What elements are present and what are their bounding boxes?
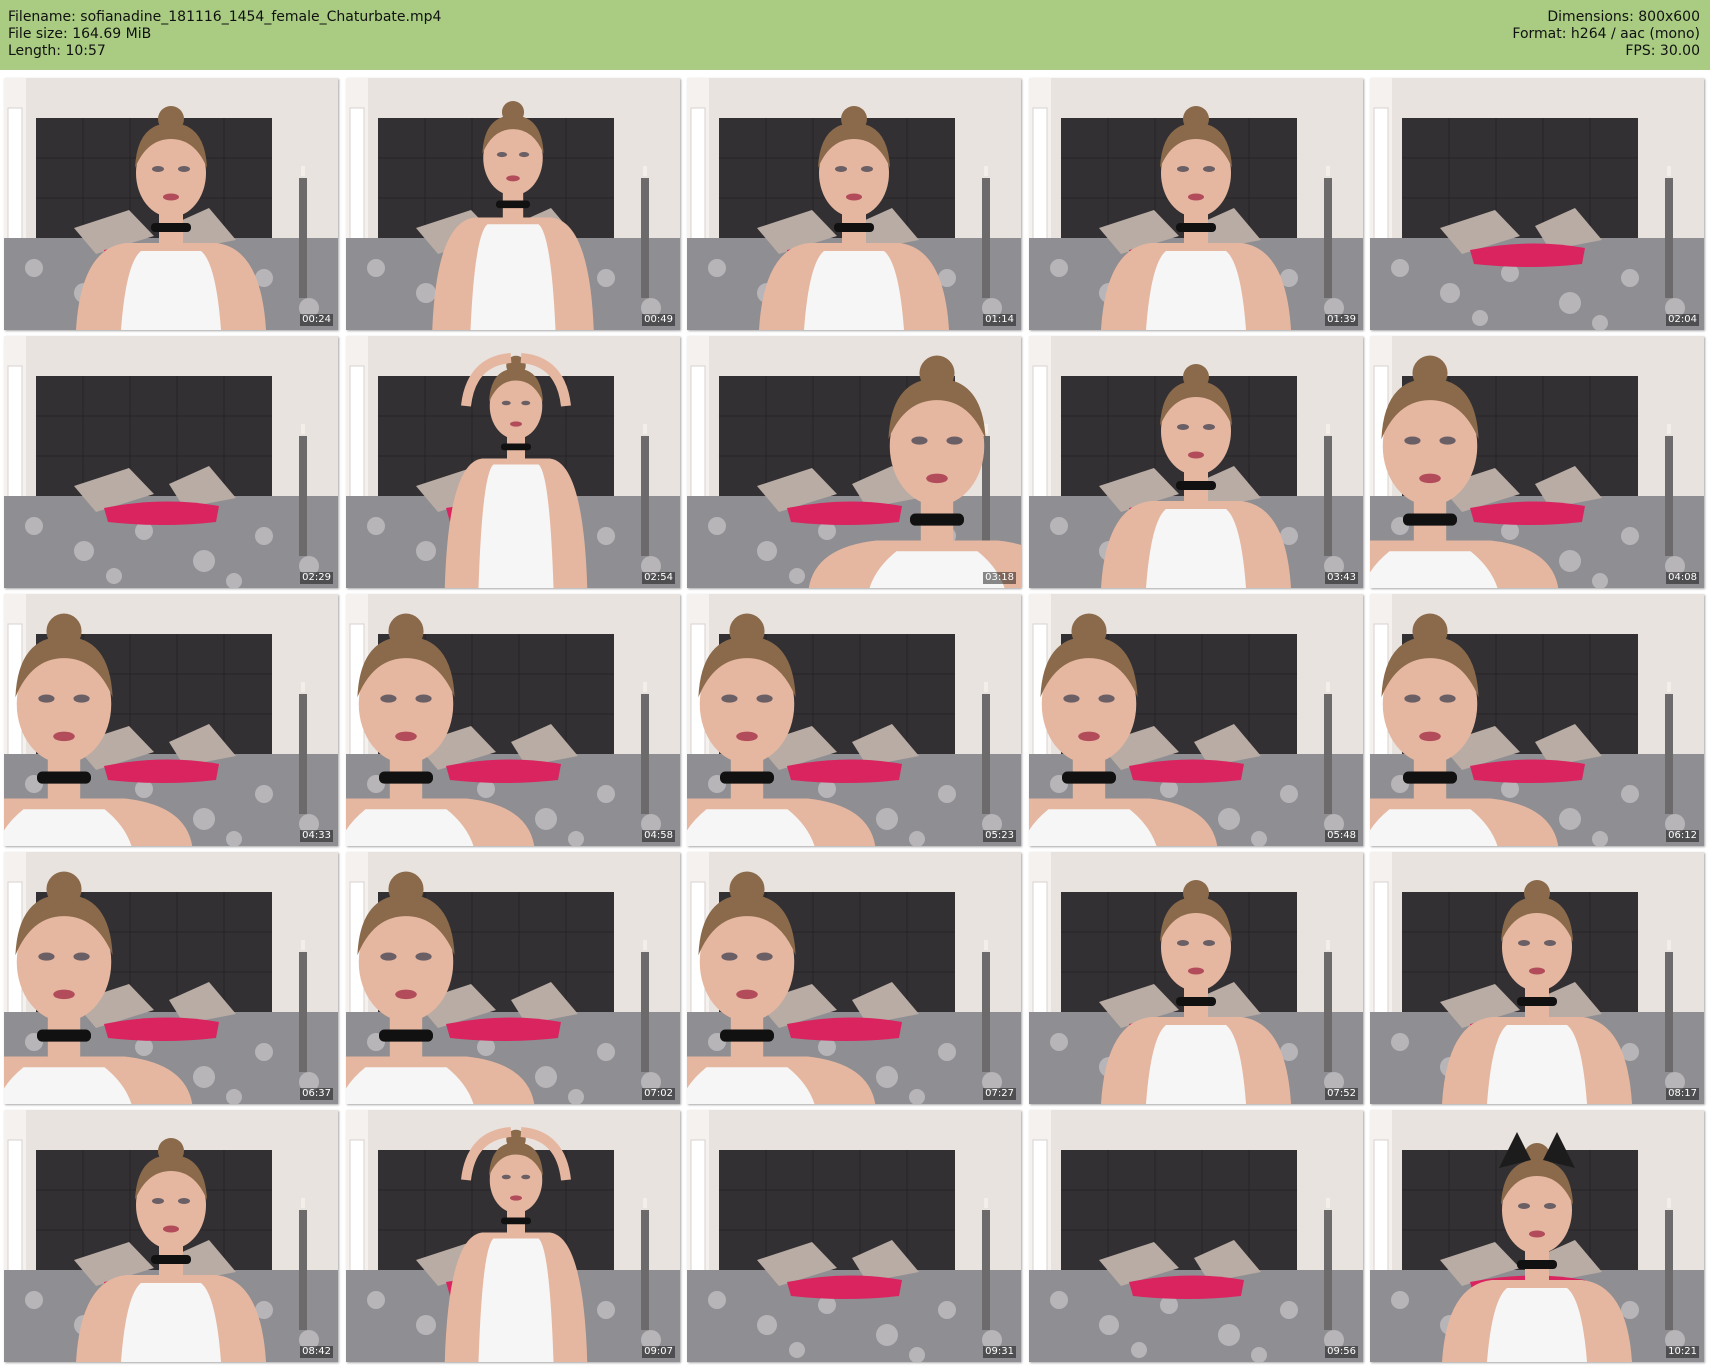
frame-timestamp: 04:08	[1666, 572, 1699, 584]
frame-timestamp: 04:58	[642, 830, 675, 842]
frame-timestamp: 05:48	[1325, 830, 1358, 842]
frame-timestamp: 03:43	[1325, 572, 1358, 584]
frame-timestamp: 05:23	[983, 830, 1016, 842]
video-frame-thumbnail: 08:42	[4, 1110, 338, 1362]
fps-line: FPS: 30.00	[1625, 43, 1700, 59]
frame-image	[1370, 852, 1704, 1104]
frame-image	[1029, 1110, 1363, 1362]
video-frame-thumbnail: 09:07	[346, 1110, 680, 1362]
frame-timestamp: 10:21	[1666, 1346, 1699, 1358]
video-frame-thumbnail: 03:18	[687, 336, 1021, 588]
video-frame-thumbnail: 07:02	[346, 852, 680, 1104]
frame-image	[1029, 336, 1363, 588]
video-frame-thumbnail: 05:48	[1029, 594, 1363, 846]
frame-image	[1370, 336, 1704, 588]
frame-timestamp: 07:52	[1325, 1088, 1358, 1100]
frame-image	[1370, 78, 1704, 330]
frame-image	[4, 336, 338, 588]
frame-image	[4, 594, 338, 846]
frame-image	[687, 1110, 1021, 1362]
length-line: Length: 10:57	[8, 43, 106, 59]
frame-image	[4, 1110, 338, 1362]
frame-timestamp: 02:04	[1666, 314, 1699, 326]
frame-timestamp: 00:49	[642, 314, 675, 326]
video-frame-thumbnail: 05:23	[687, 594, 1021, 846]
video-frame-thumbnail: 02:04	[1370, 78, 1704, 330]
video-frame-thumbnail: 10:21	[1370, 1110, 1704, 1362]
video-frame-thumbnail: 04:08	[1370, 336, 1704, 588]
video-frame-thumbnail: 09:56	[1029, 1110, 1363, 1362]
frame-image	[346, 336, 680, 588]
frame-image	[1029, 852, 1363, 1104]
video-frame-thumbnail: 06:12	[1370, 594, 1704, 846]
video-frame-thumbnail: 01:14	[687, 78, 1021, 330]
video-frame-thumbnail: 00:24	[4, 78, 338, 330]
frame-timestamp: 00:24	[300, 314, 333, 326]
frame-image	[4, 78, 338, 330]
frame-image	[346, 1110, 680, 1362]
video-frame-thumbnail: 04:33	[4, 594, 338, 846]
frame-timestamp: 09:31	[983, 1346, 1016, 1358]
dimensions-line: Dimensions: 800x600	[1547, 9, 1700, 25]
thumbnail-grid: 00:24 00:49 01:14 01:39 02:04 02:29 02:5…	[4, 78, 1706, 1368]
frame-image	[687, 594, 1021, 846]
frame-image	[1029, 78, 1363, 330]
frame-timestamp: 02:29	[300, 572, 333, 584]
video-frame-thumbnail: 07:27	[687, 852, 1021, 1104]
frame-timestamp: 04:33	[300, 830, 333, 842]
frame-timestamp: 09:56	[1325, 1346, 1358, 1358]
frame-image	[4, 852, 338, 1104]
frame-timestamp: 07:02	[642, 1088, 675, 1100]
video-frame-thumbnail: 09:31	[687, 1110, 1021, 1362]
frame-timestamp: 08:17	[1666, 1088, 1699, 1100]
frame-timestamp: 06:37	[300, 1088, 333, 1100]
video-frame-thumbnail: 01:39	[1029, 78, 1363, 330]
frame-image	[687, 78, 1021, 330]
filesize-line: File size: 164.69 MiB	[8, 26, 152, 42]
video-frame-thumbnail: 07:52	[1029, 852, 1363, 1104]
video-frame-thumbnail: 04:58	[346, 594, 680, 846]
frame-timestamp: 01:39	[1325, 314, 1358, 326]
video-frame-thumbnail: 06:37	[4, 852, 338, 1104]
format-line: Format: h264 / aac (mono)	[1512, 26, 1700, 42]
file-info: Filename: sofianadine_181116_1454_female…	[8, 9, 441, 60]
video-frame-thumbnail: 08:17	[1370, 852, 1704, 1104]
video-frame-thumbnail: 03:43	[1029, 336, 1363, 588]
media-info: Dimensions: 800x600 Format: h264 / aac (…	[1512, 9, 1700, 60]
frame-timestamp: 06:12	[1666, 830, 1699, 842]
frame-timestamp: 03:18	[983, 572, 1016, 584]
frame-image	[687, 852, 1021, 1104]
filename-line: Filename: sofianadine_181116_1454_female…	[8, 9, 442, 25]
frame-timestamp: 02:54	[642, 572, 675, 584]
frame-image	[346, 852, 680, 1104]
frame-image	[1370, 594, 1704, 846]
video-frame-thumbnail: 02:54	[346, 336, 680, 588]
frame-timestamp: 01:14	[983, 314, 1016, 326]
video-frame-thumbnail: 02:29	[4, 336, 338, 588]
info-header: Filename: sofianadine_181116_1454_female…	[0, 0, 1710, 70]
frame-timestamp: 09:07	[642, 1346, 675, 1358]
frame-image	[687, 336, 1021, 588]
frame-timestamp: 07:27	[983, 1088, 1016, 1100]
video-frame-thumbnail: 00:49	[346, 78, 680, 330]
frame-image	[1370, 1110, 1704, 1362]
frame-image	[1029, 594, 1363, 846]
frame-image	[346, 594, 680, 846]
frame-timestamp: 08:42	[300, 1346, 333, 1358]
frame-image	[346, 78, 680, 330]
